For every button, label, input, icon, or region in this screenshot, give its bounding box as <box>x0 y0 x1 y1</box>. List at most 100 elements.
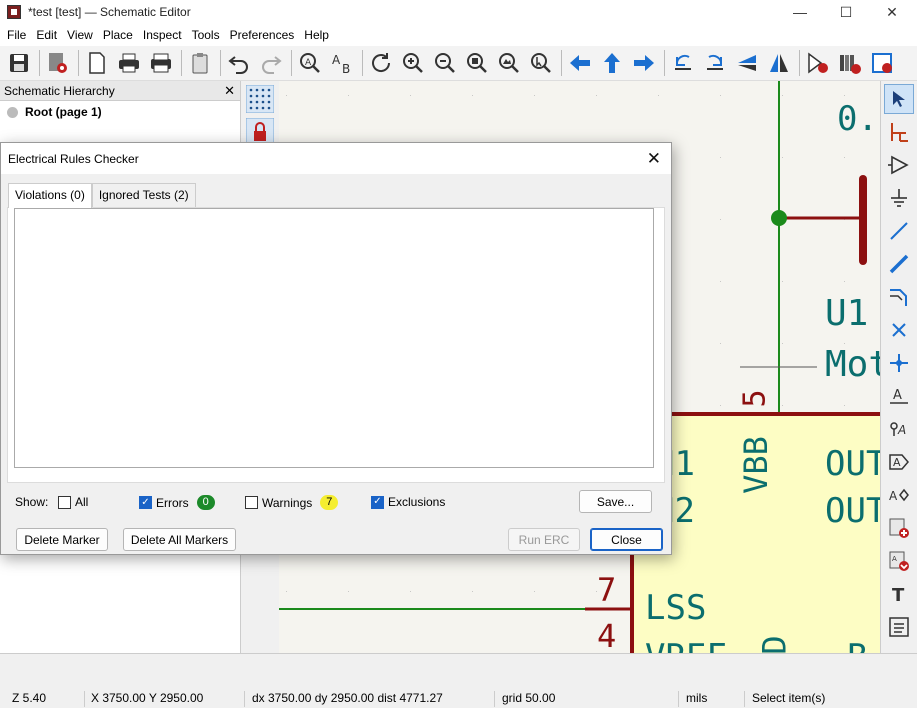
rotate-ccw-icon[interactable] <box>668 48 698 78</box>
pin-name-out1: OUT <box>825 444 880 484</box>
pin-name-d: D <box>755 635 794 653</box>
menu-preferences[interactable]: Preferences <box>225 28 300 42</box>
hierarchy-close-button[interactable]: ✕ <box>224 83 235 99</box>
status-coordinates: X 3750.00 Y 2950.00 <box>91 691 204 705</box>
junction-icon[interactable] <box>884 348 914 378</box>
global-label-icon[interactable]: A <box>884 414 914 444</box>
run-erc-button[interactable]: Run ERC <box>508 528 580 551</box>
pin-name-vref: VREF <box>645 637 727 653</box>
filter-warnings-label: Warnings <box>262 495 313 510</box>
zoom-objects-icon[interactable] <box>494 48 524 78</box>
svg-text:A: A <box>893 388 902 403</box>
no-connect-icon[interactable] <box>884 315 914 345</box>
zoom-fit-icon[interactable] <box>462 48 492 78</box>
status-separator <box>744 691 745 707</box>
annotate-icon[interactable] <box>867 48 897 78</box>
toolbar-separator <box>561 50 562 76</box>
menu-bar: File Edit View Place Inspect Tools Prefe… <box>0 24 917 46</box>
tab-violations[interactable]: Violations (0) <box>8 183 92 208</box>
menu-tools[interactable]: Tools <box>187 28 225 42</box>
hierarchy-root-item[interactable]: Root (page 1) <box>0 101 240 119</box>
navigate-back-icon[interactable] <box>565 48 595 78</box>
toolbar-separator <box>181 50 182 76</box>
tab-ignored-tests[interactable]: Ignored Tests (2) <box>91 183 196 207</box>
filter-warnings-checkbox[interactable] <box>245 496 258 509</box>
filter-warnings[interactable]: Warnings 7 <box>245 495 339 510</box>
add-text-icon[interactable]: T <box>884 579 914 609</box>
symbol-browser-icon[interactable] <box>835 48 865 78</box>
show-filter-row: Show: All ✓ Errors 0 Warnings 7 ✓ Exclus… <box>15 491 665 515</box>
filter-exclusions-label: Exclusions <box>388 495 446 509</box>
svg-text:T: T <box>892 585 905 605</box>
pin-name-lss: LSS <box>645 588 707 628</box>
add-sheet-icon[interactable] <box>884 513 914 543</box>
filter-errors[interactable]: ✓ Errors 0 <box>139 495 215 510</box>
save-report-button[interactable]: Save... <box>579 490 652 513</box>
page-settings-icon[interactable] <box>82 48 112 78</box>
menu-file[interactable]: File <box>2 28 31 42</box>
add-bus-icon[interactable] <box>884 249 914 279</box>
status-mode: Select item(s) <box>752 691 826 705</box>
violations-list[interactable] <box>14 208 654 468</box>
redo-icon[interactable] <box>256 48 286 78</box>
select-tool-icon[interactable] <box>884 84 914 114</box>
filter-exclusions[interactable]: ✓ Exclusions <box>371 495 445 509</box>
filter-all[interactable]: All <box>58 495 88 509</box>
net-label-icon[interactable]: A <box>884 381 914 411</box>
menu-edit[interactable]: Edit <box>31 28 62 42</box>
refresh-icon[interactable] <box>366 48 396 78</box>
delete-marker-button[interactable]: Delete Marker <box>16 528 108 551</box>
zoom-in-icon[interactable] <box>398 48 428 78</box>
minimize-button[interactable]: — <box>777 0 823 24</box>
add-symbol-icon[interactable] <box>884 150 914 180</box>
close-window-button[interactable]: ✕ <box>869 0 915 24</box>
zoom-out-icon[interactable] <box>430 48 460 78</box>
schematic-setup-icon[interactable] <box>43 48 73 78</box>
main-toolbar: A AB <box>0 46 917 81</box>
menu-inspect[interactable]: Inspect <box>138 28 187 42</box>
navigate-forward-icon[interactable] <box>629 48 659 78</box>
print-icon[interactable] <box>114 48 144 78</box>
find-replace-icon[interactable]: AB <box>327 48 357 78</box>
status-separator <box>84 691 85 707</box>
bus-entry-icon[interactable] <box>884 282 914 312</box>
undo-icon[interactable] <box>224 48 254 78</box>
add-wire-icon[interactable] <box>884 216 914 246</box>
import-sheet-icon[interactable]: A <box>884 546 914 576</box>
filter-all-checkbox[interactable] <box>58 495 71 509</box>
pin-number-7: 7 <box>597 571 617 609</box>
status-delta: dx 3750.00 dy 2950.00 dist 4771.27 <box>252 691 443 705</box>
navigate-up-icon[interactable] <box>597 48 627 78</box>
mirror-vertical-icon[interactable] <box>732 48 762 78</box>
delete-all-markers-button[interactable]: Delete All Markers <box>123 528 236 551</box>
zoom-selection-icon[interactable] <box>526 48 556 78</box>
grid-toggle-icon[interactable] <box>245 84 275 114</box>
toolbar-separator <box>291 50 292 76</box>
hierarchical-label-icon[interactable]: A <box>884 447 914 477</box>
toolbar-separator <box>220 50 221 76</box>
local-ratsnest-icon[interactable] <box>884 117 914 147</box>
sheet-pin-icon[interactable]: A <box>884 480 914 510</box>
add-textbox-icon[interactable] <box>884 612 914 642</box>
pin-name-b: B <box>847 637 867 653</box>
menu-view[interactable]: View <box>62 28 98 42</box>
add-power-icon[interactable] <box>884 183 914 213</box>
sheet-bullet-icon <box>7 106 18 118</box>
save-icon[interactable] <box>4 48 34 78</box>
filter-errors-checkbox[interactable]: ✓ <box>139 496 152 509</box>
paste-icon[interactable] <box>185 48 215 78</box>
close-dialog-button[interactable]: Close <box>590 528 663 551</box>
mirror-horizontal-icon[interactable] <box>764 48 794 78</box>
kicad-app-icon <box>7 5 21 19</box>
status-grid: grid 50.00 <box>502 691 556 705</box>
rotate-cw-icon[interactable] <box>700 48 730 78</box>
filter-exclusions-checkbox[interactable]: ✓ <box>371 495 384 509</box>
find-icon[interactable]: A <box>295 48 325 78</box>
symbol-editor-icon[interactable] <box>803 48 833 78</box>
toolbar-separator <box>362 50 363 76</box>
plot-icon[interactable] <box>146 48 176 78</box>
maximize-button[interactable]: ☐ <box>823 0 869 24</box>
menu-help[interactable]: Help <box>299 28 334 42</box>
erc-dialog-close-icon[interactable]: ✕ <box>647 149 661 169</box>
menu-place[interactable]: Place <box>98 28 138 42</box>
